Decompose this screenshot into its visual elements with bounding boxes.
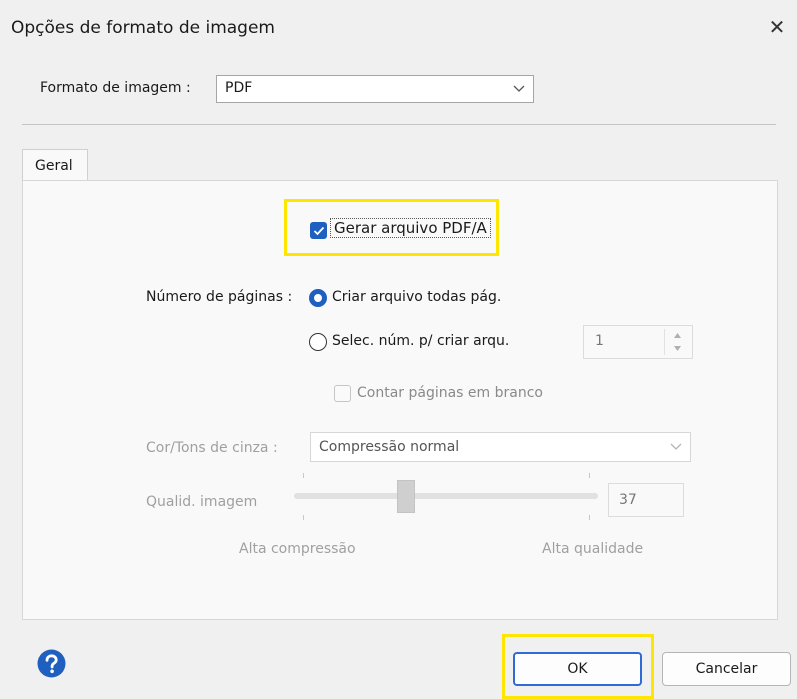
divider [22,124,776,125]
help-icon [37,649,66,678]
color-label: Cor/Tons de cinza : [146,440,278,456]
slider-tick [303,515,304,520]
blank-pages-label: Contar páginas em branco [357,385,543,401]
slider-max-label: Alta qualidade [542,541,644,557]
color-select-value: Compressão normal [319,439,460,455]
quality-label: Qualid. imagem [146,494,258,510]
slider-min-label: Alta compressão [239,541,356,557]
blank-pages-checkbox[interactable] [334,385,351,402]
color-select[interactable]: Compressão normal [310,432,691,462]
spinner-buttons [664,329,689,355]
dialog-title: Opções de formato de imagem [11,18,275,38]
close-button[interactable]: ✕ [764,14,790,40]
format-label: Formato de imagem : [40,80,191,96]
radio-select-pages-label[interactable]: Selec. núm. p/ criar arqu. [332,333,509,349]
quality-value: 37 [619,492,637,508]
pages-label: Número de páginas : [146,289,293,305]
pdfa-checkbox-label[interactable]: Gerar arquivo PDF/A [330,218,491,238]
checkmark-icon [313,226,325,236]
chevron-down-icon [674,346,681,351]
tab-general-label: Geral [35,158,73,174]
pdfa-checkbox[interactable] [310,222,327,239]
page-count-spinner[interactable]: 1 [583,325,693,359]
cancel-button[interactable]: Cancelar [662,652,791,686]
slider-tick [589,473,590,478]
tab-general[interactable]: Geral [22,149,88,181]
spinner-down-button[interactable] [665,342,689,355]
spinner-up-button[interactable] [665,329,689,342]
radio-all-pages-label[interactable]: Criar arquivo todas pág. [332,289,501,305]
chevron-down-icon [513,76,527,102]
format-select[interactable]: PDF [216,75,534,103]
format-select-value: PDF [225,80,253,96]
close-icon: ✕ [768,15,786,39]
quality-slider-track[interactable] [294,493,598,499]
chevron-up-icon [674,333,681,338]
title-bar: Opções de formato de imagem ✕ [0,0,797,60]
radio-all-pages[interactable] [309,289,327,307]
quality-slider-thumb[interactable] [397,480,415,513]
chevron-down-icon [670,433,684,461]
slider-tick [303,473,304,478]
page-count-value: 1 [595,333,604,349]
ok-button[interactable]: OK [513,652,642,686]
radio-select-pages[interactable] [309,333,327,351]
quality-value-field[interactable]: 37 [608,483,684,517]
slider-tick [589,515,590,520]
help-button[interactable] [37,649,66,678]
